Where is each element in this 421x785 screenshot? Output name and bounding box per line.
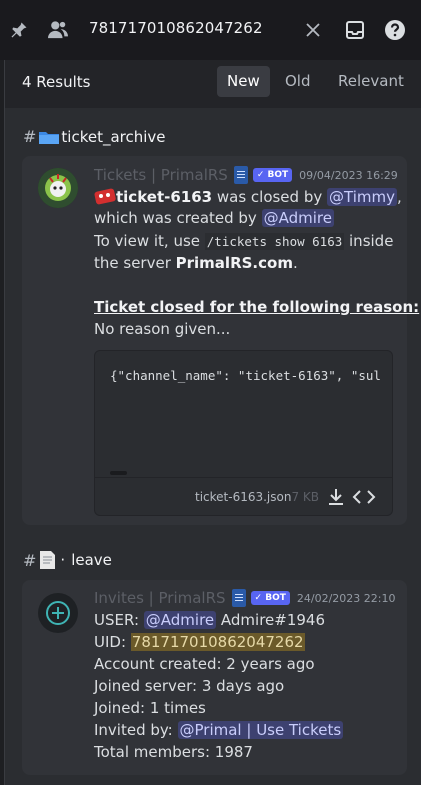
sort-tab-relevant[interactable]: Relevant — [328, 66, 414, 97]
sort-tab-new[interactable]: New — [217, 66, 270, 97]
message-header: Tickets | PrimalRS ✓ BOT 09/04/2023 16:2… — [94, 166, 398, 184]
uid-value-highlight: 781717010862047262 — [130, 633, 305, 651]
code-view-icon[interactable] — [352, 487, 376, 511]
message-header: Invites | PrimalRS ✓ BOT 24/02/2023 22:1… — [94, 589, 395, 607]
server-text: the server — [94, 254, 176, 272]
channel-name: leave — [71, 551, 112, 569]
joined-line: Joined: 1 times — [94, 699, 206, 717]
channel-prefix: · — [60, 551, 66, 569]
results-count: 4 Results — [22, 73, 91, 91]
file-size: 7 KB — [291, 490, 320, 504]
sort-tab-old[interactable]: Old — [275, 66, 321, 97]
uid-label: UID: — [94, 633, 131, 651]
horizontal-scrollbar[interactable] — [110, 471, 127, 475]
created-by-text: which was created by — [94, 209, 262, 227]
text-channel-icon: # — [23, 127, 37, 146]
message-line-4: the server PrimalRS.com. — [94, 254, 298, 272]
author-name[interactable]: Invites | PrimalRS — [94, 589, 226, 607]
total-members-line: Total members: 1987 — [94, 743, 253, 761]
channel-header-ticket-archive[interactable]: # ticket_archive — [23, 127, 166, 146]
view-text-2: inside — [344, 232, 394, 250]
user-line: USER: @Admire Admire#1946 — [94, 611, 325, 629]
message-line-1: ticket-6163 was closed by @Timmy, — [94, 187, 402, 206]
period: . — [292, 254, 298, 272]
message-line-2: which was created by @Admire — [94, 209, 334, 227]
channel-name: ticket_archive — [61, 127, 166, 146]
closed-by-text: was closed by — [212, 188, 327, 206]
download-icon[interactable] — [326, 487, 346, 511]
ticket-name: ticket-6163 — [116, 188, 213, 206]
channel-header-leave[interactable]: # · leave — [23, 550, 112, 570]
ticket-icon — [94, 187, 116, 205]
text-channel-icon: # — [23, 550, 37, 570]
timestamp: 24/02/2023 22:10 — [296, 591, 396, 605]
user-label: USER: — [94, 611, 144, 629]
search-result-message[interactable]: Invites | PrimalRS ✓ BOT 24/02/2023 22:1… — [22, 580, 407, 775]
help-icon[interactable] — [384, 19, 406, 41]
server-tag-icon — [231, 589, 246, 607]
results-header: 4 Results New Old Relevant — [5, 60, 421, 108]
reason-heading-text: Ticket closed for the following reason: — [94, 298, 420, 316]
pin-icon[interactable] — [8, 19, 30, 41]
bot-tag: ✓ BOT — [252, 168, 293, 182]
server-name: PrimalRS.com — [175, 254, 293, 272]
account-created-line: Account created: 2 years ago — [94, 655, 315, 673]
file-footer: ticket-6163.json7 KB — [95, 477, 392, 515]
file-preview: {"channel_name": "ticket-6163", "sul — [110, 368, 381, 383]
inline-command: /tickets show 6163 — [204, 233, 345, 250]
invited-label: Invited by: — [94, 721, 178, 739]
invited-by-line: Invited by: @Primal | Use Tickets — [94, 721, 344, 739]
members-icon[interactable] — [47, 19, 69, 41]
reason-heading: Ticket closed for the following reason: — [94, 298, 419, 316]
page-icon — [38, 550, 56, 570]
reason-text: No reason given... — [94, 320, 231, 338]
clear-search-icon[interactable] — [302, 19, 324, 41]
message-line-3: To view it, use /tickets show 6163 insid… — [94, 232, 393, 250]
inbox-icon[interactable] — [344, 19, 366, 41]
folder-icon — [38, 129, 60, 145]
mention-user[interactable]: @Admire — [143, 611, 217, 629]
search-input[interactable]: 781717010862047262 — [89, 19, 263, 37]
view-text: To view it, use — [94, 232, 205, 250]
mention-inviter[interactable]: @Primal | Use Tickets — [177, 721, 344, 739]
search-results-panel: 4 Results New Old Relevant # ticket_arch… — [4, 60, 421, 785]
search-bar: 781717010862047262 — [0, 0, 421, 60]
file-attachment: {"channel_name": "ticket-6163", "sul tic… — [94, 350, 393, 516]
author-name[interactable]: Tickets | PrimalRS — [94, 166, 228, 184]
server-tag-icon — [233, 166, 248, 184]
uid-line: UID: 781717010862047262 — [94, 633, 305, 651]
joined-server-line: Joined server: 3 days ago — [94, 677, 285, 695]
invite-avatar[interactable] — [38, 593, 78, 633]
bot-tag: ✓ BOT — [250, 591, 290, 605]
avatar[interactable] — [38, 168, 78, 208]
comma: , — [396, 188, 402, 206]
mention-created-by[interactable]: @Admire — [261, 209, 334, 227]
mention-closed-by[interactable]: @Timmy — [327, 188, 397, 206]
timestamp: 09/04/2023 16:29 — [299, 168, 398, 182]
file-name[interactable]: ticket-6163.json7 KB — [195, 490, 319, 504]
search-result-message[interactable]: Tickets | PrimalRS ✓ BOT 09/04/2023 16:2… — [22, 156, 419, 525]
user-tag: Admire#1946 — [216, 611, 326, 629]
